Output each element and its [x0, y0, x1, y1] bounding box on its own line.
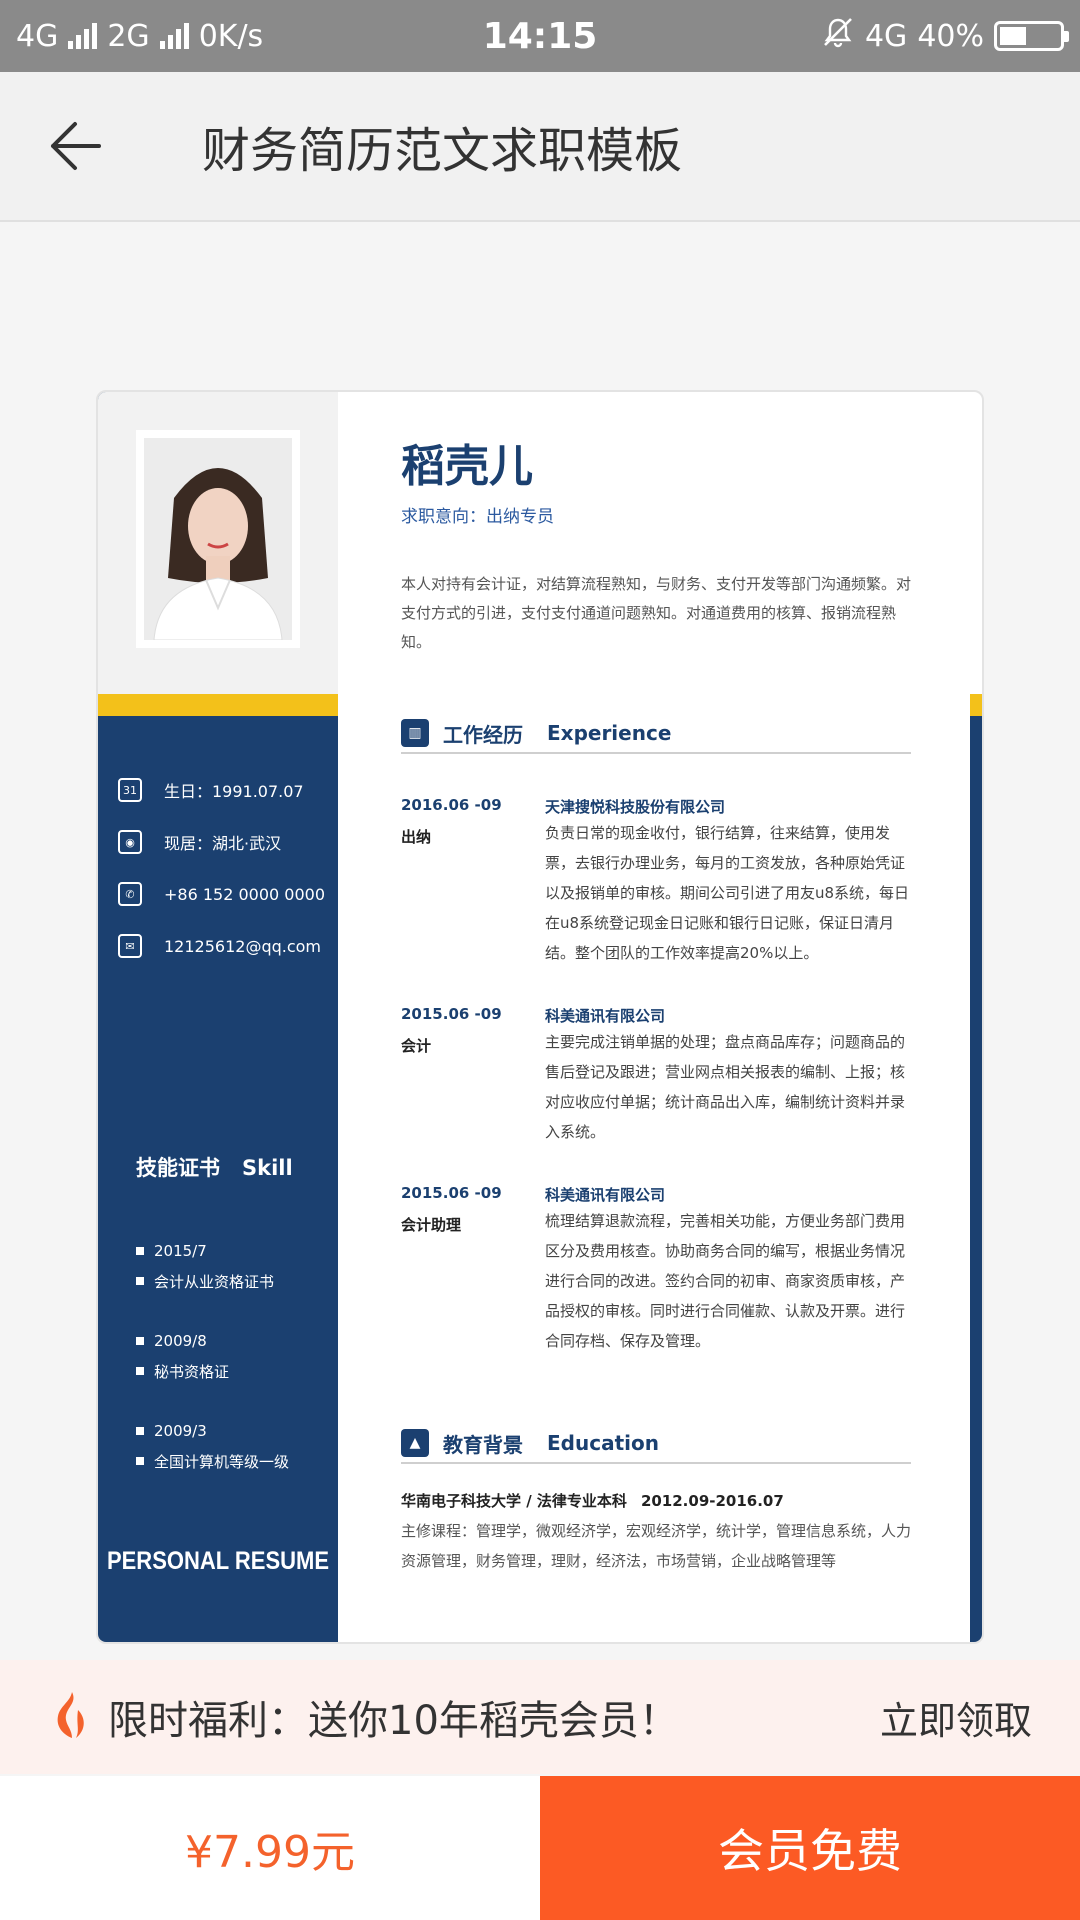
avatar-image [144, 438, 292, 640]
back-arrow-icon [51, 122, 101, 170]
contact-email: ✉ 12125612@qq.com [118, 920, 325, 972]
job-role: 会计助理 [401, 1216, 462, 1234]
network-type-1: 4G [16, 18, 59, 54]
experience-heading: ▥ 工作经历 Experience [401, 714, 911, 754]
candidate-name: 稻壳儿 [401, 441, 533, 492]
skill-date: 2009/8 [136, 1326, 289, 1356]
skill-item: 2015/7 会计从业资格证书 [136, 1236, 289, 1296]
mute-bell-icon [821, 15, 855, 57]
job-date: 2015.06 -09 [401, 1184, 502, 1202]
flame-icon [52, 1690, 92, 1744]
birthday-text: 生日：1991.07.07 [164, 782, 304, 801]
job-date: 2015.06 -09 [401, 1005, 502, 1023]
title-bar: 财务简历范文求职模板 [0, 72, 1080, 222]
promo-text: 限时福利：送你10年稻壳会员！ [108, 1698, 679, 1744]
calendar-icon: 31 [118, 778, 142, 802]
skill-date: 2015/7 [136, 1236, 289, 1266]
member-free-button[interactable]: 会员免费 [540, 1776, 1080, 1920]
bottom-bar: ¥7.99元 会员免费 [0, 1776, 1080, 1920]
education-courses: 主修课程：管理学，微观经济学，宏观经济学，统计学，管理信息系统，人力资源管理，财… [401, 1522, 912, 1570]
skill-heading-en: Skill [242, 1156, 293, 1180]
location-text: 现居：湖北·武汉 [164, 834, 282, 853]
experience-heading-cn: 工作经历 [443, 722, 523, 747]
skill-name: 秘书资格证 [136, 1356, 289, 1386]
contact-birthday: 31 生日：1991.07.07 [118, 764, 325, 816]
job-description: 负责日常的现金收付，银行结算，往来结算，使用发票，去银行办理业务，每月的工资发放… [545, 824, 910, 962]
skill-item: 2009/8 秘书资格证 [136, 1326, 289, 1386]
education-school: 华南电子科技大学 / 法律专业本科 [401, 1492, 627, 1510]
skill-name: 全国计算机等级一级 [136, 1446, 289, 1476]
status-left: 4G 2G 0K/s [16, 19, 263, 54]
job-intent: 求职意向：出纳专员 [401, 507, 554, 527]
right-accent-strip [970, 694, 982, 1642]
graduation-cap-icon: ▲ [401, 1429, 429, 1457]
promo-banner[interactable]: 限时福利：送你10年稻壳会员！ 立即领取 [0, 1660, 1080, 1774]
claim-now-button[interactable]: 立即领取 [880, 1690, 1032, 1745]
network-type-2: 2G [107, 18, 150, 54]
status-bar: 4G 2G 0K/s 14:15 4G 40% [0, 0, 1080, 72]
mail-icon: ✉ [118, 934, 142, 958]
battery-icon [994, 21, 1069, 51]
job-company: 科美通讯有限公司 [545, 1007, 666, 1025]
education-period: 2012.09-2016.07 [640, 1492, 784, 1510]
experience-heading-en: Experience [547, 721, 672, 745]
skill-list: 2015/7 会计从业资格证书 2009/8 秘书资格证 2009/3 全国计算… [136, 1236, 289, 1506]
signal-icon [68, 23, 98, 49]
battery-percent: 40% [917, 18, 984, 54]
skill-date: 2009/3 [136, 1416, 289, 1446]
phone-icon: ✆ [118, 882, 142, 906]
back-button[interactable] [0, 71, 150, 221]
skill-heading-cn: 技能证书 [136, 1156, 220, 1180]
resume-preview[interactable]: 31 生日：1991.07.07 ◉ 现居：湖北·武汉 ✆ +86 152 00… [96, 390, 984, 1644]
job-company: 科美通讯有限公司 [545, 1186, 666, 1204]
phone-text: +86 152 0000 0000 [164, 884, 325, 904]
status-right: 4G 40% [821, 15, 1069, 57]
skill-item: 2009/3 全国计算机等级一级 [136, 1416, 289, 1476]
education-school-line: 华南电子科技大学 / 法律专业本科 2012.09-2016.07 [401, 1490, 784, 1511]
job-description: 主要完成注销单据的处理；盘点商品库存；问题商品的售后登记及跟进；营业网点相关报表… [545, 1033, 906, 1141]
education-heading-cn: 教育背景 [443, 1432, 523, 1457]
job-description: 梳理结算退款流程，完善相关功能，方便业务部门费用区分及费用核查。协助商务合同的编… [545, 1212, 906, 1350]
job-role: 出纳 [401, 828, 432, 846]
personal-resume-label: PERSONAL RESUME [106, 1546, 330, 1575]
profile-photo [136, 430, 300, 648]
email-text: 12125612@qq.com [164, 936, 322, 956]
summary-text: 本人对持有会计证，对结算流程熟知，与财务、支付开发等部门沟通频繁。对支付方式的引… [401, 575, 912, 651]
job-date: 2016.06 -09 [401, 796, 502, 814]
price-button[interactable]: ¥7.99元 [0, 1776, 540, 1920]
education-heading: ▲ 教育背景 Education [401, 1424, 911, 1464]
photo-area [98, 392, 338, 694]
contact-phone: ✆ +86 152 0000 0000 [118, 868, 325, 920]
signal-icon [159, 23, 189, 49]
page-title: 财务简历范文求职模板 [202, 123, 683, 179]
contact-location: ◉ 现居：湖北·武汉 [118, 816, 325, 868]
chart-icon: ▥ [401, 719, 429, 747]
job-company: 天津搜悦科技股份有限公司 [545, 798, 726, 816]
accent-bar [98, 694, 338, 716]
education-heading-en: Education [547, 1431, 659, 1455]
skill-name: 会计从业资格证书 [136, 1266, 289, 1296]
job-role: 会计 [401, 1037, 432, 1055]
location-icon: ◉ [118, 830, 142, 854]
skill-heading: 技能证书 Skill [136, 1152, 293, 1182]
network-type-3: 4G [864, 18, 908, 54]
contact-info: 31 生日：1991.07.07 ◉ 现居：湖北·武汉 ✆ +86 152 00… [118, 764, 325, 972]
network-speed: 0K/s [198, 18, 264, 54]
